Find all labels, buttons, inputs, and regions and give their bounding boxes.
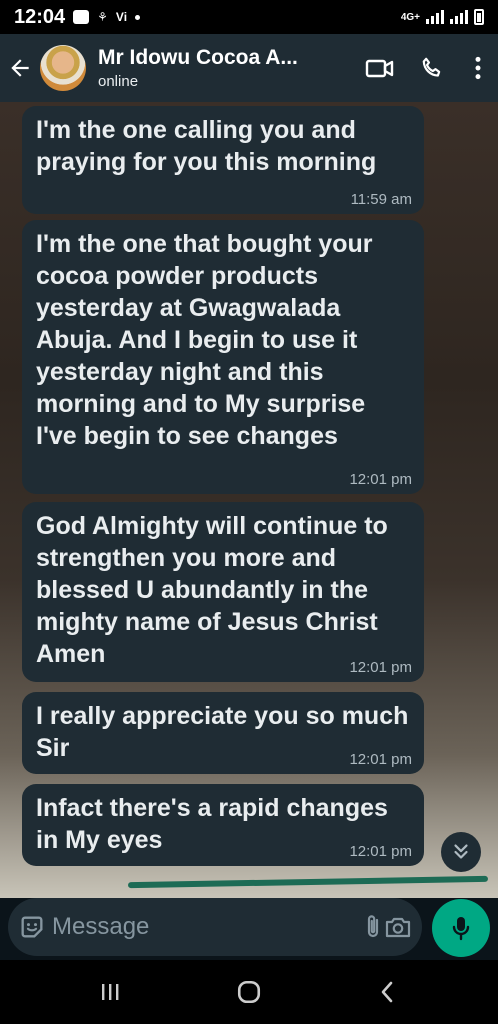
double-chevron-down-icon [454, 844, 468, 859]
network-type: 4G+ [400, 11, 420, 23]
message-bubble[interactable]: Infact there's a rapid changes in My eye… [22, 784, 424, 866]
message-input[interactable] [48, 913, 362, 941]
emoji-button[interactable] [18, 907, 46, 947]
compose-bar [0, 898, 498, 960]
battery-icon [474, 9, 484, 25]
message-time: 12:01 pm [349, 659, 412, 676]
message-bubble[interactable]: God Almighty will continue to strengthen… [22, 502, 424, 682]
message-time: 12:01 pm [349, 751, 412, 768]
signal-icon-2 [450, 10, 468, 24]
contact-info[interactable]: Mr Idowu Cocoa A... online [98, 46, 354, 90]
status-right: 4G+ [401, 9, 484, 25]
app-notification-icon: ⚘ [97, 10, 108, 24]
message-text: God Almighty will continue to strengthen… [36, 512, 388, 668]
video-call-icon [365, 59, 394, 78]
message-time: 12:01 pm [349, 471, 412, 488]
back-button[interactable] [0, 34, 40, 102]
chat-area[interactable]: I'm the one calling you and praying for … [0, 102, 498, 898]
voice-call-button[interactable] [406, 34, 458, 102]
message-notification-icon [73, 10, 90, 24]
home-icon [237, 980, 261, 1004]
phone-icon [422, 57, 441, 77]
camera-button[interactable] [384, 907, 412, 947]
status-time: 12:04 [14, 5, 66, 28]
scroll-to-bottom-button[interactable] [441, 832, 481, 872]
attach-button[interactable] [362, 907, 384, 947]
more-notifications-dot [135, 14, 141, 20]
back-nav-button[interactable] [358, 967, 418, 1017]
contact-name: Mr Idowu Cocoa A... [98, 46, 298, 69]
more-vert-icon [475, 56, 481, 80]
video-call-button[interactable] [354, 34, 406, 102]
message-time: 11:59 am [350, 191, 412, 208]
message-time: 12:01 pm [349, 843, 412, 860]
contact-status: online [98, 73, 139, 90]
recent-apps-icon [101, 984, 119, 1000]
system-navigation-bar [0, 960, 498, 1024]
message-text: I'm the one calling you and praying for … [36, 116, 377, 176]
voice-message-button[interactable] [432, 899, 490, 957]
more-options-button[interactable] [458, 34, 498, 102]
avatar[interactable] [40, 45, 86, 91]
message-input-container [8, 898, 422, 956]
carrier-label: Vi [115, 10, 128, 24]
message-bubble[interactable]: I'm the one calling you and praying for … [22, 106, 424, 214]
paperclip-icon [367, 915, 379, 938]
message-text: I'm the one that bought your cocoa powde… [36, 230, 373, 450]
camera-icon [385, 917, 411, 938]
recent-apps-button[interactable] [80, 967, 140, 1017]
message-bubble[interactable]: I really appreciate you so much Sir 12:0… [22, 692, 424, 774]
arrow-left-icon [11, 59, 29, 77]
microphone-icon [452, 917, 470, 941]
background-stripe [127, 875, 489, 889]
signal-icon [426, 10, 444, 24]
status-bar: 12:04 ⚘ Vi 4G+ [0, 0, 498, 34]
status-left: 12:04 ⚘ Vi [14, 5, 141, 29]
message-bubble[interactable]: I'm the one that bought your cocoa powde… [22, 220, 424, 494]
chevron-left-icon [382, 981, 393, 1003]
emoji-icon [21, 916, 43, 938]
chat-header: Mr Idowu Cocoa A... online [0, 34, 498, 102]
home-button[interactable] [219, 967, 279, 1017]
